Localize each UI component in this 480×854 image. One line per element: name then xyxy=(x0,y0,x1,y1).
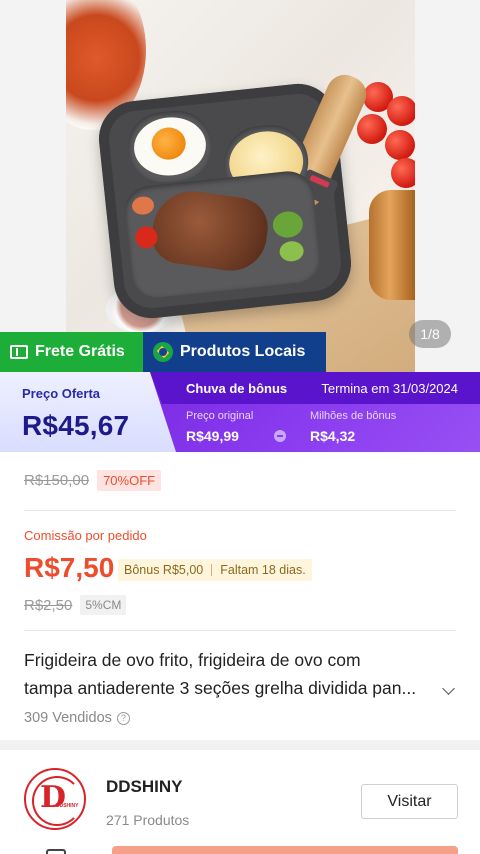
shop-product-count: 271 Produtos xyxy=(106,812,190,828)
divider xyxy=(24,630,456,631)
minus-icon xyxy=(274,430,286,442)
commission-bonus-tag: Bônus R$5,00 Faltam 18 dias. xyxy=(118,559,312,581)
image-page-indicator: 1/8 xyxy=(409,320,451,348)
egg-compartment xyxy=(124,107,216,186)
help-icon[interactable]: ? xyxy=(116,711,130,725)
old-price: R$150,00 xyxy=(24,472,90,489)
product-title-line-2: tampa antiaderente 3 seções grelha divid… xyxy=(24,678,417,698)
frying-pan-image xyxy=(95,69,373,322)
shop-logo-text: DDSHINY xyxy=(56,803,79,809)
old-price-row: R$150,00 70%OFF xyxy=(24,470,162,491)
shop-name[interactable]: DDSHINY xyxy=(106,777,183,797)
offer-price-panel: Preço Oferta R$45,67 xyxy=(0,372,176,452)
free-shipping-label: Frete Grátis xyxy=(35,343,125,360)
ticket-icon xyxy=(10,345,28,359)
original-price-label: Preço original xyxy=(186,410,254,422)
visit-shop-button[interactable]: Visitar xyxy=(361,784,458,819)
brazil-flag-icon xyxy=(153,342,173,362)
shipping-badges: Frete Grátis Produtos Locais xyxy=(0,332,326,372)
chevron-down-icon[interactable] xyxy=(442,682,455,695)
shop-logo[interactable]: D DDSHINY xyxy=(24,768,86,830)
divider xyxy=(24,510,456,511)
bonus-amount-label: Milhões de bônus xyxy=(310,410,397,422)
bonus-end-date: Termina em 31/03/2024 xyxy=(321,381,458,396)
discount-badge: 70%OFF xyxy=(97,470,162,491)
commission-rate-badge: 5%CM xyxy=(80,595,127,615)
promo-banner[interactable]: Preço Oferta R$45,67 Chuva de bônus Term… xyxy=(0,372,480,452)
commission-days-left: Faltam 18 dias. xyxy=(220,563,306,577)
sold-count-text: 309 Vendidos xyxy=(24,710,112,726)
shop-logo-letter: D xyxy=(40,780,67,815)
bonus-amount-value: R$4,32 xyxy=(310,428,356,444)
pepper-mill-decor xyxy=(369,190,415,300)
product-title[interactable]: Frigideira de ovo frito, frigideira de o… xyxy=(24,646,444,702)
product-title-line-1: Frigideira de ovo frito, frigideira de o… xyxy=(24,650,361,670)
free-shipping-badge[interactable]: Frete Grátis xyxy=(0,332,143,372)
sold-count: 309 Vendidos ? xyxy=(24,710,130,726)
original-price-value: R$49,99 xyxy=(186,428,239,444)
commission-label: Comissão por pedido xyxy=(24,528,147,543)
product-photo[interactable] xyxy=(66,0,415,372)
commission-value: R$7,50 xyxy=(24,552,115,583)
offer-price: R$45,67 xyxy=(22,410,130,441)
old-commission-row: R$2,50 5%CM xyxy=(24,595,127,615)
steak-compartment xyxy=(122,168,323,301)
commission-bonus: Bônus R$5,00 xyxy=(124,563,204,577)
product-image-gallery[interactable]: 1/8 xyxy=(0,0,480,372)
local-products-badge[interactable]: Produtos Locais xyxy=(143,332,326,372)
section-separator xyxy=(0,740,480,750)
chat-icon[interactable] xyxy=(46,849,66,854)
primary-action-button[interactable] xyxy=(112,846,458,854)
offer-price-label: Preço Oferta xyxy=(22,386,101,401)
bonus-header: Chuva de bônus Termina em 31/03/2024 xyxy=(150,372,480,404)
old-commission: R$2,50 xyxy=(24,596,73,614)
bonus-title: Chuva de bônus xyxy=(186,381,288,396)
local-products-label: Produtos Locais xyxy=(180,343,306,360)
